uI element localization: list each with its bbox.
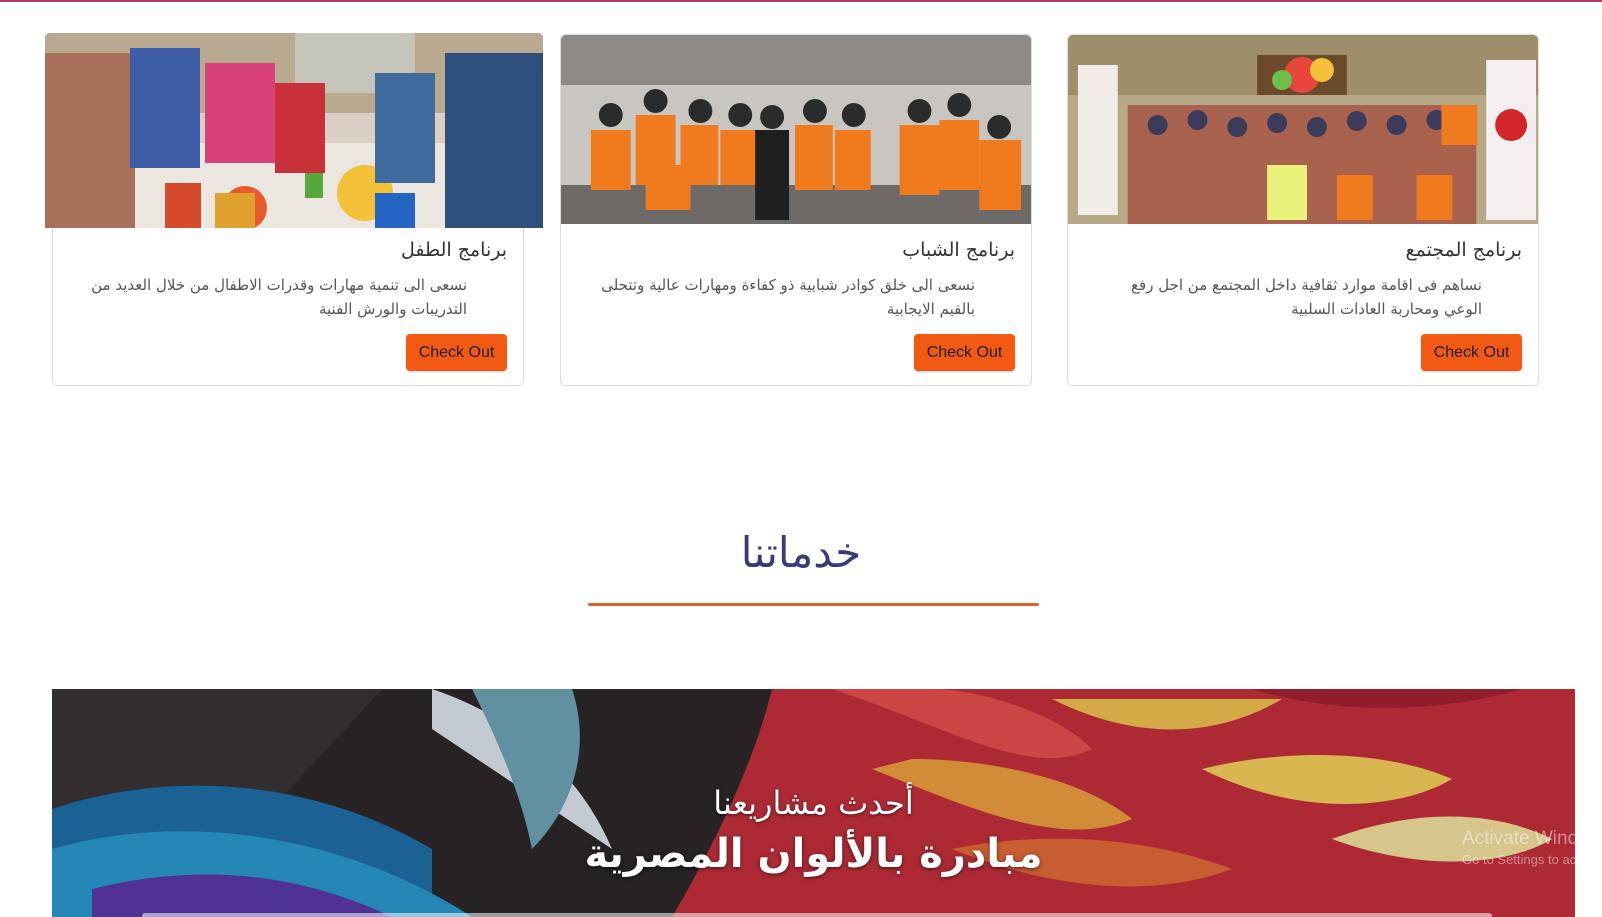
program-title: برنامج المجتمع — [1405, 239, 1522, 261]
program-title: برنامج الطفل — [401, 239, 507, 261]
services-heading: خدماتنا — [740, 528, 862, 577]
services-heading-underline — [588, 603, 1039, 606]
latest-project-title: مبادرة بالألوان المصرية — [584, 831, 1043, 877]
children-painting-photo — [45, 33, 543, 228]
program-card-child: برنامج الطفل نسعى الى تنمية مهارات وقدرا… — [45, 33, 543, 386]
check-out-button[interactable]: Check Out — [406, 334, 507, 371]
watermark-line2: Go to Settings to activ — [1462, 852, 1590, 867]
activate-windows-watermark: Activate Window Go to Settings to activ — [1462, 828, 1602, 867]
youth-volunteers-photo — [561, 35, 1031, 224]
program-description: نساهم فى اقامة موارد ثقافية داخل المجتمع… — [1131, 276, 1482, 318]
program-title: برنامج الشباب — [902, 239, 1015, 261]
check-out-button[interactable]: Check Out — [1421, 334, 1522, 371]
latest-project-banner: أحدث مشاريعنا مبادرة بالألوان المصرية — [52, 689, 1575, 917]
program-description: نسعى الى تنمية مهارات وقدرات الاطفال من … — [91, 276, 467, 318]
latest-projects-subtitle: أحدث مشاريعنا — [713, 784, 914, 822]
check-out-button[interactable]: Check Out — [914, 334, 1015, 371]
program-card-community: برنامج المجتمع نساهم فى اقامة موارد ثقاف… — [1067, 34, 1539, 386]
program-description: نسعى الى خلق كوادر شبابية ذو كفاءة ومهار… — [601, 276, 975, 318]
watermark-line1: Activate Window — [1462, 828, 1602, 849]
community-event-photo — [1068, 35, 1538, 224]
project-description-cutoff — [142, 907, 1492, 917]
top-accent-line — [0, 0, 1602, 2]
program-card-youth: برنامج الشباب نسعى الى خلق كوادر شبابية … — [560, 34, 1032, 386]
